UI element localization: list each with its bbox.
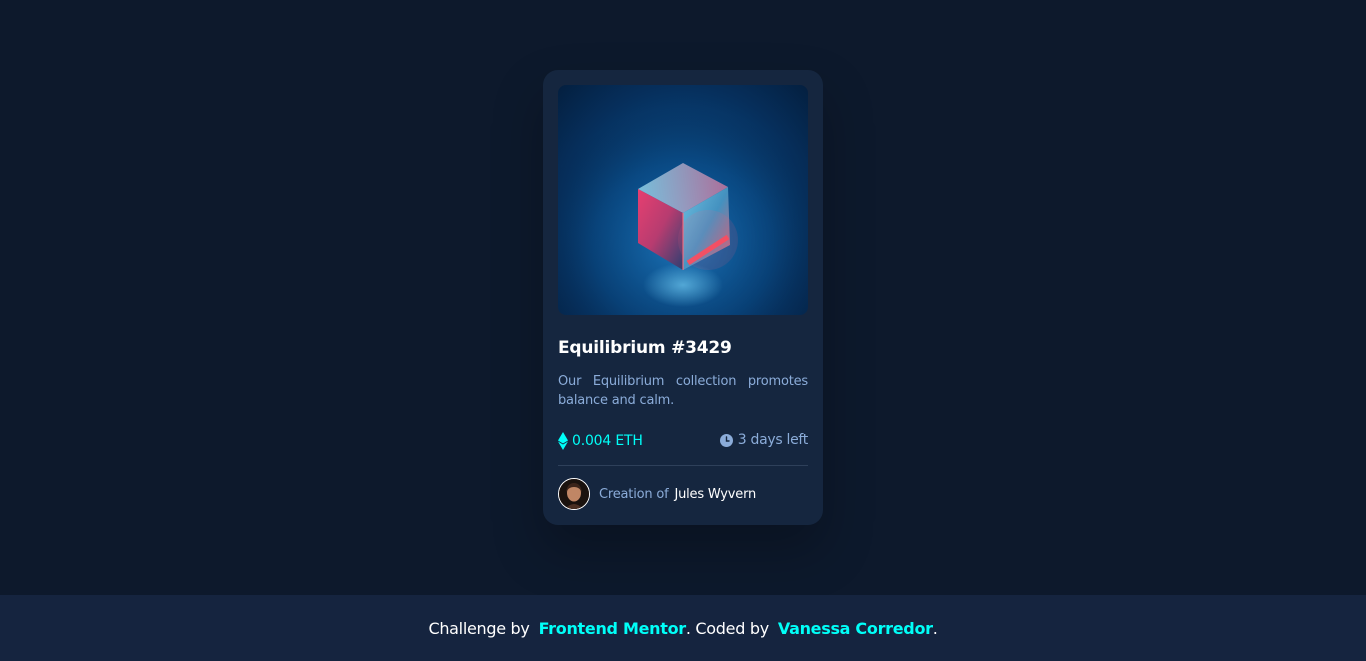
frontend-mentor-link[interactable]: Frontend Mentor [539,619,687,638]
price-value: 0.004 ETH [572,433,643,449]
nft-description: Our Equilibrium collection promotes bala… [558,374,808,408]
attribution-footer: Challenge by Frontend Mentor . Coded by … [0,595,1366,661]
avatar [558,478,590,510]
nft-title[interactable]: Equilibrium #3429 [558,338,732,358]
ethereum-icon [558,432,568,450]
creator-info: Creation of Jules Wyvern [558,477,808,511]
author-link[interactable]: Vanessa Corredor [778,619,933,638]
footer-suffix: . [932,618,938,638]
clock-icon [719,433,733,447]
card-divider [558,465,808,466]
footer-prefix: Challenge by [428,618,530,638]
price-info: 0.004 ETH [558,432,643,450]
nft-stats: 0.004 ETH 3 days left [558,432,808,454]
creator-prefix: Creation of [599,486,669,502]
nft-card: Equilibrium #3429 Our Equilibrium collec… [543,70,823,525]
creator-name-link[interactable]: Jules Wyvern [674,487,756,502]
nft-artwork-image[interactable] [558,85,808,315]
page: Equilibrium #3429 Our Equilibrium collec… [0,0,1366,661]
time-left-info: 3 days left [719,432,809,448]
footer-middle: . Coded by [685,618,769,638]
crystal-cube-illustration [558,85,808,315]
time-left-value: 3 days left [737,432,809,448]
